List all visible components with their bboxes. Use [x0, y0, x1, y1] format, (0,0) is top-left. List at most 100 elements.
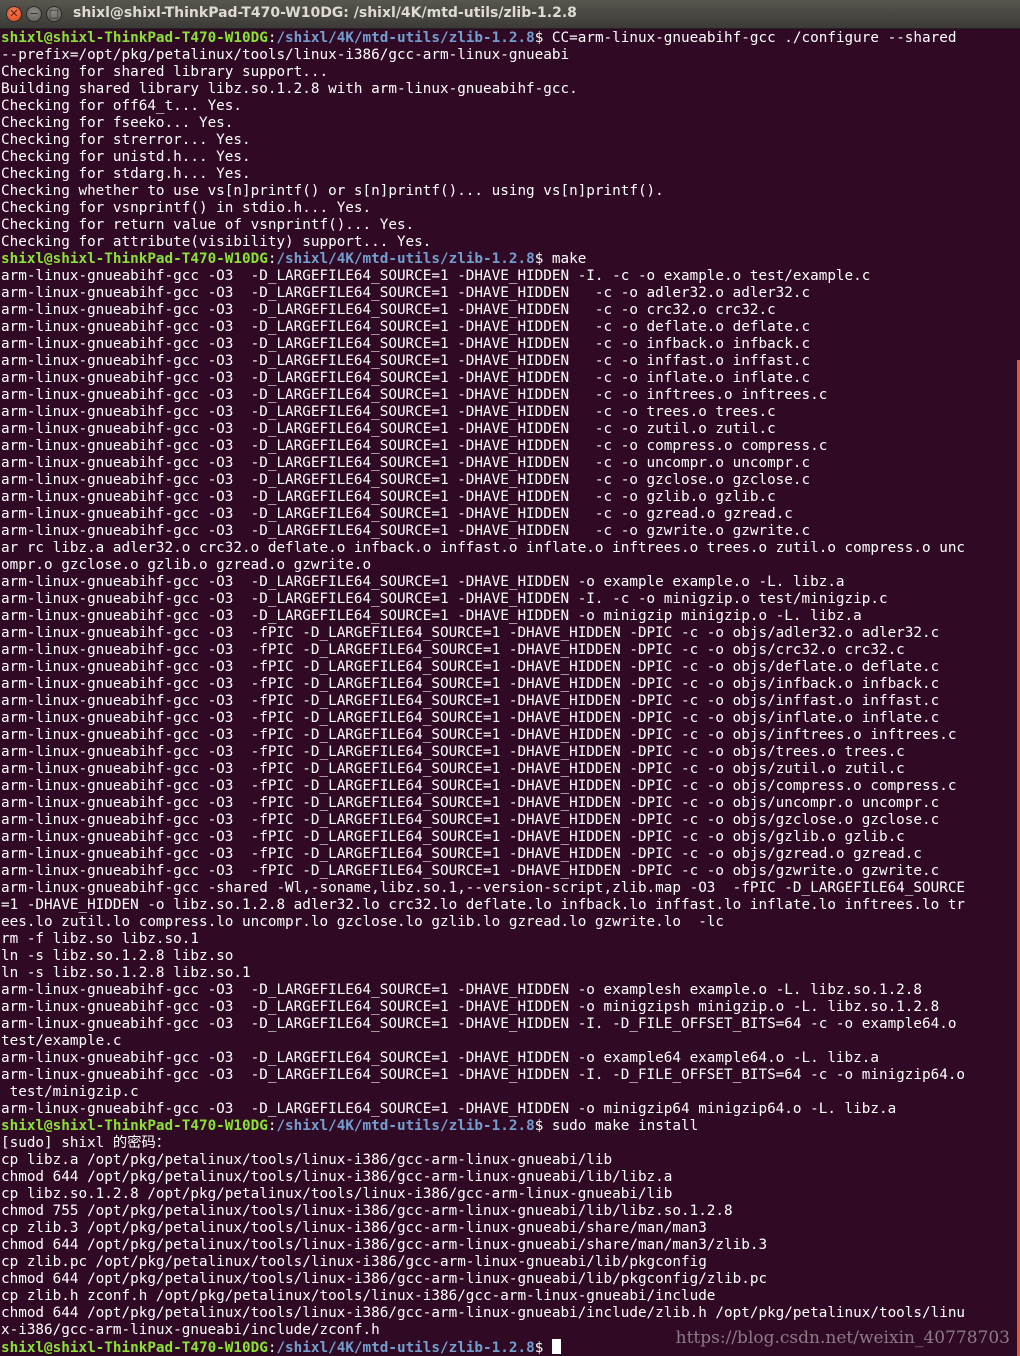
output-line: arm-linux-gnueabihf-gcc -O3 -D_LARGEFILE… [1, 404, 776, 420]
text-cursor[interactable] [551, 1339, 561, 1354]
output-line: arm-linux-gnueabihf-gcc -O3 -fPIC -D_LAR… [1, 659, 940, 675]
window-title: shixl@shixl-ThinkPad-T470-W10DG: /shixl/… [73, 5, 577, 21]
output-line: Checking for shared library support... [1, 64, 329, 80]
output-line: Checking for stdarg.h... Yes. [1, 166, 251, 182]
output-line: chmod 644 /opt/pkg/petalinux/tools/linux… [1, 1305, 966, 1321]
output-line: ompr.o gzclose.o gzlib.o gzread.o gzwrit… [1, 557, 372, 573]
watermark: https://blog.csdn.net/weixin_40778703 [675, 1328, 1010, 1348]
output-line: chmod 755 /opt/pkg/petalinux/tools/linux… [1, 1203, 733, 1219]
output-line: ar rc libz.a adler32.o crc32.o deflate.o… [1, 540, 966, 556]
output-line: arm-linux-gnueabihf-gcc -O3 -D_LARGEFILE… [1, 1050, 879, 1066]
output-line: ln -s libz.so.1.2.8 libz.so.1 [1, 965, 251, 981]
prompt-path: /shixl/4K/mtd-utils/zlib-1.2.8 [276, 30, 535, 46]
maximize-button[interactable]: □ [46, 6, 62, 22]
output-line: cp zlib.pc /opt/pkg/petalinux/tools/linu… [1, 1254, 707, 1270]
output-line: [sudo] shixl 的密码： [1, 1135, 171, 1151]
output-line: arm-linux-gnueabihf-gcc -O3 -D_LARGEFILE… [1, 523, 811, 539]
output-line: arm-linux-gnueabihf-gcc -O3 -D_LARGEFILE… [1, 319, 811, 335]
minimize-button[interactable]: − [26, 6, 42, 22]
output-line: arm-linux-gnueabihf-gcc -O3 -D_LARGEFILE… [1, 421, 776, 437]
prompt-line: shixl@shixl-ThinkPad-T470-W10DG:/shixl/4… [1, 30, 956, 47]
output-line: arm-linux-gnueabihf-gcc -O3 -D_LARGEFILE… [1, 1016, 957, 1032]
close-button[interactable]: ✕ [6, 6, 22, 22]
output-line: arm-linux-gnueabihf-gcc -shared -Wl,-son… [1, 880, 966, 896]
prompt-user-host: shixl@shixl-ThinkPad-T470-W10DG [1, 1340, 268, 1356]
output-line: arm-linux-gnueabihf-gcc -O3 -D_LARGEFILE… [1, 285, 811, 301]
output-line: Checking whether to use vs[n]printf() or… [1, 183, 664, 199]
terminal-output[interactable]: shixl@shixl-ThinkPad-T470-W10DG:/shixl/4… [0, 29, 1020, 1356]
output-line: arm-linux-gnueabihf-gcc -O3 -fPIC -D_LAR… [1, 829, 905, 845]
output-line: arm-linux-gnueabihf-gcc -O3 -D_LARGEFILE… [1, 506, 793, 522]
prompt-symbol: $ [534, 1118, 552, 1134]
output-line: arm-linux-gnueabihf-gcc -O3 -D_LARGEFILE… [1, 591, 888, 607]
output-line: arm-linux-gnueabihf-gcc -O3 -fPIC -D_LAR… [1, 642, 905, 658]
prompt-path: /shixl/4K/mtd-utils/zlib-1.2.8 [276, 251, 535, 267]
window-titlebar[interactable]: ✕ − □ shixl@shixl-ThinkPad-T470-W10DG: /… [0, 0, 1020, 29]
output-line: Checking for fseeko... Yes. [1, 115, 234, 131]
prompt-symbol: $ [534, 251, 552, 267]
output-line: Checking for vsnprintf() in stdio.h... Y… [1, 200, 372, 216]
output-line: arm-linux-gnueabihf-gcc -O3 -fPIC -D_LAR… [1, 812, 940, 828]
output-line: chmod 644 /opt/pkg/petalinux/tools/linux… [1, 1237, 768, 1253]
output-line: arm-linux-gnueabihf-gcc -O3 -D_LARGEFILE… [1, 574, 845, 590]
output-line: arm-linux-gnueabihf-gcc -O3 -D_LARGEFILE… [1, 387, 828, 403]
output-line: arm-linux-gnueabihf-gcc -O3 -fPIC -D_LAR… [1, 744, 905, 760]
output-line: Building shared library libz.so.1.2.8 wi… [1, 81, 578, 97]
output-line: cp libz.so.1.2.8 /opt/pkg/petalinux/tool… [1, 1186, 673, 1202]
output-line: arm-linux-gnueabihf-gcc -O3 -fPIC -D_LAR… [1, 778, 957, 794]
prompt-path: /shixl/4K/mtd-utils/zlib-1.2.8 [276, 1340, 535, 1356]
prompt-user-host: shixl@shixl-ThinkPad-T470-W10DG [1, 30, 268, 46]
output-line: arm-linux-gnueabihf-gcc -O3 -fPIC -D_LAR… [1, 727, 957, 743]
command-text: sudo make install [551, 1118, 699, 1134]
output-line: arm-linux-gnueabihf-gcc -O3 -D_LARGEFILE… [1, 438, 828, 454]
output-line: arm-linux-gnueabihf-gcc -O3 -fPIC -D_LAR… [1, 761, 905, 777]
output-line: arm-linux-gnueabihf-gcc -O3 -fPIC -D_LAR… [1, 795, 940, 811]
output-line: arm-linux-gnueabihf-gcc -O3 -fPIC -D_LAR… [1, 863, 940, 879]
output-line: arm-linux-gnueabihf-gcc -O3 -D_LARGEFILE… [1, 336, 811, 352]
output-line: arm-linux-gnueabihf-gcc -O3 -fPIC -D_LAR… [1, 693, 940, 709]
output-line: Checking for return value of vsnprintf()… [1, 217, 415, 233]
output-line: chmod 644 /opt/pkg/petalinux/tools/linux… [1, 1271, 768, 1287]
output-line: arm-linux-gnueabihf-gcc -O3 -D_LARGEFILE… [1, 999, 940, 1015]
output-line: arm-linux-gnueabihf-gcc -O3 -D_LARGEFILE… [1, 455, 811, 471]
output-line: arm-linux-gnueabihf-gcc -O3 -fPIC -D_LAR… [1, 710, 940, 726]
output-line: arm-linux-gnueabihf-gcc -O3 -D_LARGEFILE… [1, 489, 776, 505]
output-line: arm-linux-gnueabihf-gcc -O3 -D_LARGEFILE… [1, 1101, 897, 1117]
output-line: arm-linux-gnueabihf-gcc -O3 -D_LARGEFILE… [1, 370, 811, 386]
output-line: arm-linux-gnueabihf-gcc -O3 -D_LARGEFILE… [1, 353, 811, 369]
prompt-line: shixl@shixl-ThinkPad-T470-W10DG:/shixl/4… [1, 1118, 698, 1135]
prompt-line: shixl@shixl-ThinkPad-T470-W10DG:/shixl/4… [1, 251, 586, 268]
output-line: arm-linux-gnueabihf-gcc -O3 -D_LARGEFILE… [1, 302, 776, 318]
output-line: arm-linux-gnueabihf-gcc -O3 -D_LARGEFILE… [1, 472, 811, 488]
output-line: Checking for strerror... Yes. [1, 132, 251, 148]
prompt-line: shixl@shixl-ThinkPad-T470-W10DG:/shixl/4… [1, 1339, 561, 1356]
output-line: Checking for off64_t... Yes. [1, 98, 243, 114]
output-line: cp zlib.h zconf.h /opt/pkg/petalinux/too… [1, 1288, 716, 1304]
output-line: x-i386/gcc-arm-linux-gnueabi/include/zco… [1, 1322, 380, 1338]
output-line: cp zlib.3 /opt/pkg/petalinux/tools/linux… [1, 1220, 707, 1236]
output-line: test/minigzip.c [1, 1084, 139, 1100]
output-line: arm-linux-gnueabihf-gcc -O3 -fPIC -D_LAR… [1, 625, 940, 641]
prompt-symbol: $ [534, 30, 552, 46]
command-text: make [551, 251, 587, 267]
output-line: ees.lo zutil.lo compress.lo uncompr.lo g… [1, 914, 725, 930]
output-line: cp libz.a /opt/pkg/petalinux/tools/linux… [1, 1152, 613, 1168]
output-line: arm-linux-gnueabihf-gcc -O3 -D_LARGEFILE… [1, 1067, 966, 1083]
output-line: =1 -DHAVE_HIDDEN -o libz.so.1.2.8 adler3… [1, 897, 966, 913]
output-line: Checking for attribute(visibility) suppo… [1, 234, 432, 250]
output-line: --prefix=/opt/pkg/petalinux/tools/linux-… [1, 47, 570, 63]
prompt-path: /shixl/4K/mtd-utils/zlib-1.2.8 [276, 1118, 535, 1134]
output-line: arm-linux-gnueabihf-gcc -O3 -fPIC -D_LAR… [1, 846, 922, 862]
prompt-user-host: shixl@shixl-ThinkPad-T470-W10DG [1, 251, 268, 267]
command-text: CC=arm-linux-gnueabihf-gcc ./configure -… [551, 30, 957, 46]
prompt-user-host: shixl@shixl-ThinkPad-T470-W10DG [1, 1118, 268, 1134]
output-line: test/example.c [1, 1033, 122, 1049]
output-line: arm-linux-gnueabihf-gcc -O3 -D_LARGEFILE… [1, 268, 871, 284]
output-line: arm-linux-gnueabihf-gcc -O3 -D_LARGEFILE… [1, 982, 922, 998]
output-line: ln -s libz.so.1.2.8 libz.so [1, 948, 234, 964]
output-line: arm-linux-gnueabihf-gcc -O3 -D_LARGEFILE… [1, 608, 862, 624]
output-line: chmod 644 /opt/pkg/petalinux/tools/linux… [1, 1169, 673, 1185]
output-line: Checking for unistd.h... Yes. [1, 149, 251, 165]
output-line: rm -f libz.so libz.so.1 [1, 931, 199, 947]
output-line: arm-linux-gnueabihf-gcc -O3 -fPIC -D_LAR… [1, 676, 940, 692]
